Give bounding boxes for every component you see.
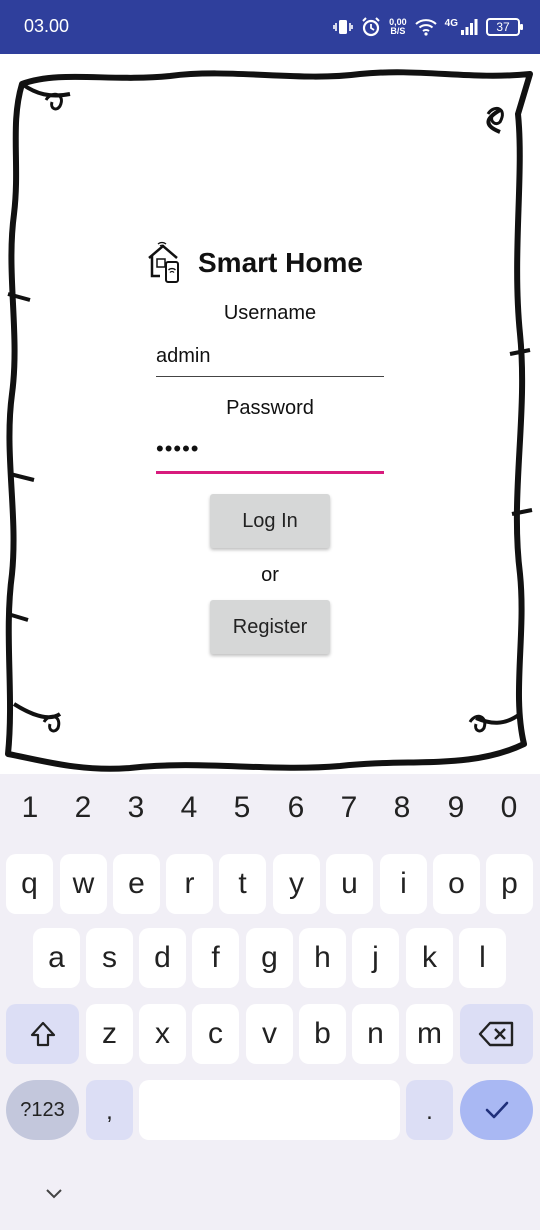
key-k[interactable]: k <box>406 928 453 988</box>
password-field[interactable]: ••••• <box>156 434 384 474</box>
password-label: Password <box>226 397 314 419</box>
space-key[interactable] <box>139 1080 400 1140</box>
key-w[interactable]: w <box>60 854 107 914</box>
shift-key[interactable] <box>6 1004 79 1064</box>
net-speed-unit: B/S <box>390 26 406 36</box>
key-f[interactable]: f <box>192 928 239 988</box>
key-v[interactable]: v <box>246 1004 293 1064</box>
username-underline <box>156 376 384 377</box>
keyboard-number-row: 1 2 3 4 5 6 7 8 9 0 <box>0 788 540 828</box>
username-label: Username <box>223 302 317 324</box>
signal-icon <box>461 19 478 35</box>
key-r[interactable]: r <box>166 854 213 914</box>
soft-keyboard: 1 2 3 4 5 6 7 8 9 0 q w e r t y u i o p … <box>0 774 540 1230</box>
smart-home-logo-icon <box>148 241 179 283</box>
key-6[interactable]: 6 <box>269 788 323 828</box>
key-x[interactable]: x <box>139 1004 186 1064</box>
username-value: admin <box>156 345 211 367</box>
brand-header: Smart Home <box>146 240 363 286</box>
status-icons: 0,00 B/S 4G 37 <box>333 12 523 42</box>
key-m[interactable]: m <box>406 1004 453 1064</box>
backspace-key[interactable] <box>460 1004 533 1064</box>
key-l[interactable]: l <box>459 928 506 988</box>
enter-key[interactable] <box>460 1080 533 1140</box>
key-9[interactable]: 9 <box>429 788 483 828</box>
key-y[interactable]: y <box>273 854 320 914</box>
alarm-icon <box>362 17 380 37</box>
key-b[interactable]: b <box>299 1004 346 1064</box>
key-h[interactable]: h <box>299 928 346 988</box>
key-n[interactable]: n <box>352 1004 399 1064</box>
vibrate-icon <box>333 20 353 34</box>
net-speed: 0,00 B/S <box>389 18 407 36</box>
key-g[interactable]: g <box>246 928 293 988</box>
key-u[interactable]: u <box>326 854 373 914</box>
key-p[interactable]: p <box>486 854 533 914</box>
or-text: or <box>261 564 279 586</box>
key-j[interactable]: j <box>352 928 399 988</box>
checkmark-icon <box>485 1101 508 1119</box>
key-7[interactable]: 7 <box>322 788 376 828</box>
battery-icon: 37 <box>486 18 523 36</box>
network-type: 4G <box>444 17 458 29</box>
key-e[interactable]: e <box>113 854 160 914</box>
key-0[interactable]: 0 <box>482 788 536 828</box>
battery-level: 37 <box>496 20 510 34</box>
key-a[interactable]: a <box>33 928 80 988</box>
password-value: ••••• <box>156 436 200 461</box>
key-3[interactable]: 3 <box>109 788 163 828</box>
key-4[interactable]: 4 <box>162 788 216 828</box>
login-screen: Smart Home Username admin Password •••••… <box>0 54 540 774</box>
shift-icon <box>30 1021 55 1047</box>
login-button[interactable]: Log In <box>210 494 330 548</box>
wifi-icon <box>414 19 437 36</box>
register-button[interactable]: Register <box>210 600 330 654</box>
status-bar: 03.00 0,00 B/S 4G 37 <box>0 0 540 54</box>
key-q[interactable]: q <box>6 854 53 914</box>
backspace-icon <box>478 1021 513 1047</box>
key-2[interactable]: 2 <box>56 788 110 828</box>
key-i[interactable]: i <box>380 854 427 914</box>
key-8[interactable]: 8 <box>375 788 429 828</box>
comma-key[interactable]: , <box>86 1080 133 1140</box>
key-z[interactable]: z <box>86 1004 133 1064</box>
key-5[interactable]: 5 <box>215 788 269 828</box>
key-c[interactable]: c <box>192 1004 239 1064</box>
app-title: Smart Home <box>198 247 363 278</box>
hide-keyboard-chevron-icon[interactable] <box>42 1182 66 1206</box>
status-time: 03.00 <box>24 16 70 36</box>
symbols-key[interactable]: ?123 <box>6 1080 79 1140</box>
key-1[interactable]: 1 <box>3 788 57 828</box>
password-underline <box>156 471 384 474</box>
key-t[interactable]: t <box>219 854 266 914</box>
username-field[interactable]: admin <box>156 337 384 377</box>
key-o[interactable]: o <box>433 854 480 914</box>
key-s[interactable]: s <box>86 928 133 988</box>
key-d[interactable]: d <box>139 928 186 988</box>
period-key[interactable]: . <box>406 1080 453 1140</box>
